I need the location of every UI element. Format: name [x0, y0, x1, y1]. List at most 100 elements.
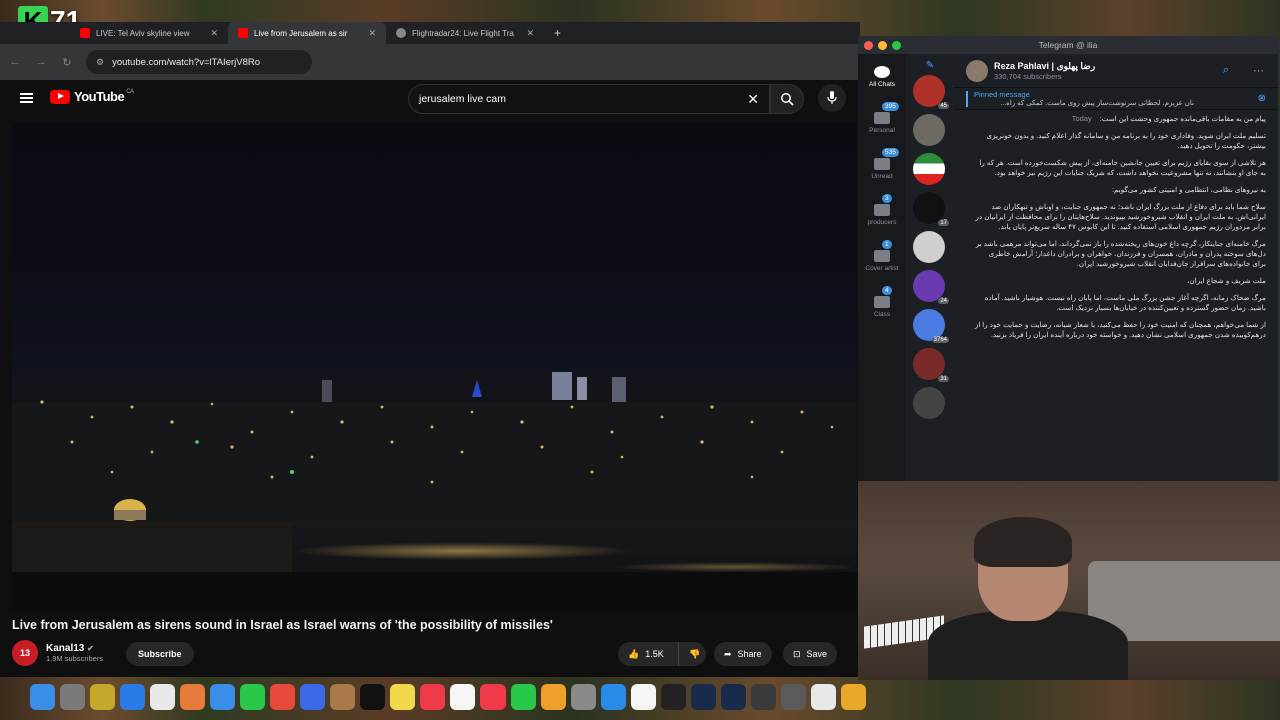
tab-tel-aviv[interactable]: LIVE: Tel Aviv skyline view ✕ [70, 22, 228, 44]
youtube-masthead: YouTube CA jerusalem live cam ✕ [0, 80, 860, 120]
chrome-icon[interactable] [150, 684, 176, 710]
video-title: Live from Jerusalem as sirens sound in I… [12, 618, 553, 632]
chat-avatar[interactable] [913, 387, 945, 419]
folder-icon [874, 250, 890, 262]
menu-icon[interactable] [20, 93, 33, 103]
thumbs-up-icon: 👍 [628, 648, 640, 659]
chat-avatar[interactable]: 24 [913, 270, 949, 304]
voice-search-button[interactable] [818, 84, 846, 112]
chat-bubble-icon [874, 158, 890, 170]
settings-icon[interactable] [570, 684, 596, 710]
flightradar-favicon-icon [396, 28, 406, 38]
app-icon[interactable] [780, 684, 806, 710]
message-line: هر تلاشی از سوی بقایای رژیم برای تعیین ج… [979, 158, 1266, 177]
unread-badge: 535 [882, 148, 899, 157]
new-tab-button[interactable]: + [544, 26, 561, 40]
search-icon[interactable]: ⌕ [1223, 64, 1229, 77]
facetime-icon[interactable] [240, 684, 266, 710]
date-label: Today [1071, 114, 1092, 123]
conversation-header[interactable]: Reza Pahlavi | رضا پهلوی 330,704 subscri… [954, 54, 1278, 88]
more-options-icon[interactable]: ⋯ [1235, 64, 1278, 77]
search-button[interactable] [770, 84, 804, 114]
channel-info: 13 Kanal13 ✔ 1.9M subscribers [12, 640, 103, 666]
mail-icon[interactable] [210, 684, 236, 710]
reload-icon[interactable]: ↻ [60, 56, 74, 69]
video-player[interactable] [12, 122, 857, 610]
appstore-icon[interactable] [600, 684, 626, 710]
chat-avatar[interactable]: 17 [913, 192, 949, 226]
channel-name[interactable]: Kanal13 [46, 643, 84, 654]
news-icon[interactable] [480, 684, 506, 710]
tab-jerusalem[interactable]: Live from Jerusalem as sir ✕ [228, 22, 386, 44]
app-icon[interactable] [330, 684, 356, 710]
message-line: مرگ خامنه‌ای جنایتکار، گرچه داغ خون‌های … [975, 239, 1266, 268]
pages-icon[interactable] [540, 684, 566, 710]
launchpad-icon[interactable] [60, 684, 86, 710]
compose-icon[interactable]: ✎ [906, 54, 954, 71]
youtube-logo[interactable]: YouTube CA [50, 89, 134, 104]
app-icon[interactable] [810, 684, 836, 710]
numbers-icon[interactable] [510, 684, 536, 710]
app-icon[interactable] [90, 684, 116, 710]
youtube-favicon-icon [238, 28, 248, 38]
app-icon[interactable] [690, 684, 716, 710]
close-tab-icon[interactable]: ✕ [210, 28, 218, 39]
app-icon[interactable] [750, 684, 776, 710]
message-line: مرگ ضحاک زمانه، اگرچه آغاز جشن بزرگ ملی … [984, 293, 1266, 312]
chat-avatar[interactable] [913, 153, 945, 185]
folder-personal[interactable]: 395 Personal [858, 100, 906, 146]
telegram-window: Telegram @ ilia All Chats 395 Personal 5… [858, 36, 1278, 481]
notion-icon[interactable] [630, 684, 656, 710]
folder-cover-artist[interactable]: 1 Cover artist [858, 238, 906, 284]
chat-avatar[interactable]: 3764 [913, 309, 949, 343]
dislike-button[interactable]: 👎 [678, 642, 706, 666]
unread-badge: 24 [938, 298, 949, 304]
channel-avatar[interactable] [966, 59, 988, 82]
subscribe-button[interactable]: Subscribe [126, 642, 194, 666]
freeform-icon[interactable] [300, 684, 326, 710]
share-label: Share [737, 649, 762, 659]
back-arrow-icon[interactable]: ← [8, 56, 22, 68]
music-icon[interactable] [420, 684, 446, 710]
notes-icon[interactable] [390, 684, 416, 710]
folder-all-chats[interactable]: All Chats [858, 54, 906, 100]
chat-avatar[interactable] [913, 231, 945, 263]
app-icon[interactable] [840, 684, 866, 710]
save-button[interactable]: ⊡ Save [783, 642, 838, 666]
forward-arrow-icon[interactable]: → [34, 56, 48, 68]
calendar-icon[interactable] [450, 684, 476, 710]
folder-label: Class [873, 311, 891, 318]
chat-avatar[interactable]: 45 [913, 75, 949, 109]
search-input[interactable]: jerusalem live cam ✕ [408, 84, 770, 114]
address-bar[interactable]: ⚙ youtube.com/watch?v=lTAIerjV8Ro [86, 50, 312, 74]
close-tab-icon[interactable]: ✕ [526, 28, 534, 39]
like-button[interactable]: 👍 1.5K [618, 642, 678, 666]
tv-icon[interactable] [360, 684, 386, 710]
share-button[interactable]: ➦ Share [714, 642, 772, 666]
folder-class[interactable]: 4 Class [858, 284, 906, 330]
safari-icon[interactable] [120, 684, 146, 710]
clear-search-icon[interactable]: ✕ [747, 91, 759, 108]
folder-label: producers [867, 219, 897, 226]
folder-unread[interactable]: 535 Unread [858, 146, 906, 192]
app-icon[interactable] [660, 684, 686, 710]
subscriber-count: 1.9M subscribers [46, 654, 104, 663]
tab-flightradar[interactable]: Flightradar24: Live Flight Tra ✕ [386, 22, 544, 44]
unread-badge: 1 [882, 240, 892, 249]
finder-icon[interactable] [30, 684, 56, 710]
reminders-icon[interactable] [270, 684, 296, 710]
channel-avatar[interactable]: 13 [12, 640, 38, 666]
chat-avatar[interactable] [913, 114, 945, 146]
channel-post: پیام من به مقامات باقی‌مانده جمهوری وحشت… [954, 110, 1278, 340]
chat-avatar[interactable]: 31 [913, 348, 949, 382]
save-label: Save [806, 649, 828, 659]
close-tab-icon[interactable]: ✕ [368, 28, 376, 39]
close-pinned-icon[interactable]: ⊗ [1258, 93, 1266, 104]
photos-icon[interactable] [180, 684, 206, 710]
folder-icon [874, 204, 890, 216]
app-icon[interactable] [720, 684, 746, 710]
pinned-message-bar[interactable]: Pinned message نان عزیزم، لحظاتی سرنوشت‌… [954, 88, 1278, 110]
site-info-icon[interactable]: ⚙ [96, 57, 104, 68]
folder-icon [874, 112, 890, 124]
folder-producers[interactable]: 3 producers [858, 192, 906, 238]
